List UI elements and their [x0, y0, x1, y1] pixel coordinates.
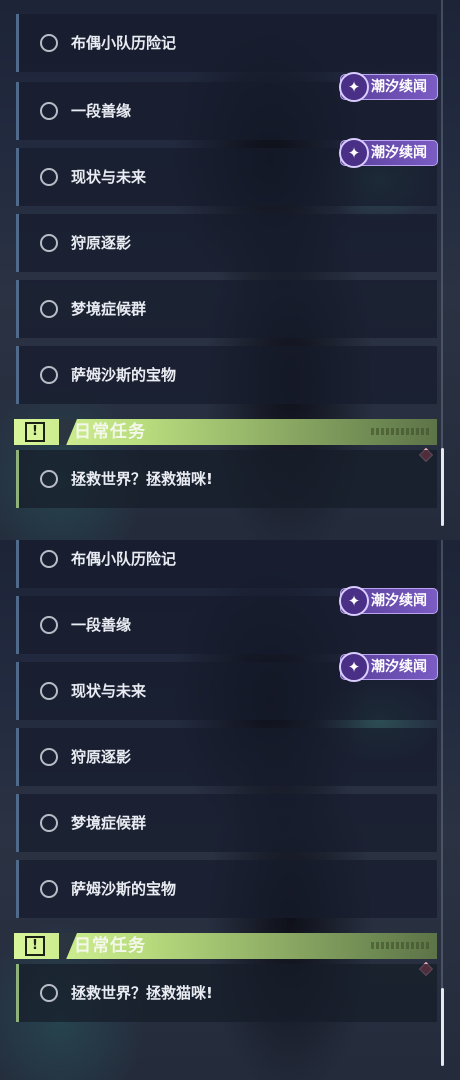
quest-status-circle-icon: [40, 470, 58, 488]
quest-label: 一段善缘: [71, 616, 132, 634]
quest-status-circle-icon: [40, 550, 58, 568]
quest-item[interactable]: 狩原逐影: [16, 214, 437, 272]
quest-item[interactable]: 布偶小队历险记: [16, 14, 437, 72]
header-decoration: [371, 428, 431, 435]
quest-status-circle-icon: [40, 616, 58, 634]
quest-panel-top: 布偶小队历险记 一段善缘 现状与未来 狩原逐影 梦境症候群 萨姆沙斯的宝物 ✦ …: [0, 0, 460, 540]
event-badge-label: 潮汐续闻: [371, 145, 427, 161]
section-title: 日常任务: [74, 936, 146, 956]
quest-label: 布偶小队历险记: [71, 550, 177, 568]
quest-label: 萨姆沙斯的宝物: [71, 880, 177, 898]
event-logo-icon: ✦: [339, 586, 369, 616]
quest-label: 梦境症候群: [71, 814, 147, 832]
quest-label: 狩原逐影: [71, 234, 132, 252]
quest-item[interactable]: 萨姆沙斯的宝物: [16, 860, 437, 918]
header-decoration: [371, 942, 431, 949]
event-badge-label: 潮汐续闻: [371, 659, 427, 675]
quest-status-circle-icon: [40, 682, 58, 700]
quest-item[interactable]: 梦境症候群: [16, 794, 437, 852]
scrollbar-thumb[interactable]: [441, 448, 444, 526]
event-logo-icon: ✦: [339, 72, 369, 102]
exclamation-icon: !: [25, 422, 45, 442]
quest-status-circle-icon: [40, 984, 58, 1002]
event-badge-label: 潮汐续闻: [371, 593, 427, 609]
quest-status-circle-icon: [40, 814, 58, 832]
exclamation-icon: !: [25, 936, 45, 956]
quest-status-circle-icon: [40, 168, 58, 186]
daily-quest-item[interactable]: 拯救世界？拯救猫咪!: [16, 964, 437, 1022]
quest-label: 萨姆沙斯的宝物: [71, 366, 177, 384]
quest-label: 狩原逐影: [71, 748, 132, 766]
quest-status-circle-icon: [40, 34, 58, 52]
quest-panel-bottom: 布偶小队历险记 一段善缘 现状与未来 狩原逐影 梦境症候群 萨姆沙斯的宝物 ✦ …: [0, 540, 460, 1080]
quest-status-circle-icon: [40, 366, 58, 384]
event-badge: ✦ 潮汐续闻: [339, 138, 438, 168]
quest-label: 梦境症候群: [71, 300, 147, 318]
event-logo-icon: ✦: [339, 138, 369, 168]
event-badge: ✦ 潮汐续闻: [339, 652, 438, 682]
quest-status-circle-icon: [40, 880, 58, 898]
daily-section-header: ! 日常任务: [14, 933, 437, 959]
quest-status-circle-icon: [40, 748, 58, 766]
event-logo-icon: ✦: [339, 652, 369, 682]
quest-item[interactable]: 狩原逐影: [16, 728, 437, 786]
quest-status-circle-icon: [40, 102, 58, 120]
event-badge: ✦ 潮汐续闻: [339, 586, 438, 616]
quest-item[interactable]: 萨姆沙斯的宝物: [16, 346, 437, 404]
quest-label: 拯救世界？拯救猫咪!: [71, 470, 213, 488]
scrollbar-thumb[interactable]: [441, 988, 444, 1066]
quest-label: 一段善缘: [71, 102, 132, 120]
quest-label: 布偶小队历险记: [71, 34, 177, 52]
quest-item[interactable]: 梦境症候群: [16, 280, 437, 338]
quest-label: 现状与未来: [71, 168, 147, 186]
event-badge: ✦ 潮汐续闻: [339, 72, 438, 102]
daily-section-header: ! 日常任务: [14, 419, 437, 445]
quest-label: 拯救世界？拯救猫咪!: [71, 984, 213, 1002]
quest-label: 现状与未来: [71, 682, 147, 700]
quest-item[interactable]: 布偶小队历险记: [16, 540, 437, 588]
event-badge-label: 潮汐续闻: [371, 79, 427, 95]
section-title: 日常任务: [74, 422, 146, 442]
quest-status-circle-icon: [40, 300, 58, 318]
daily-quest-item[interactable]: 拯救世界？拯救猫咪!: [16, 450, 437, 508]
quest-status-circle-icon: [40, 234, 58, 252]
